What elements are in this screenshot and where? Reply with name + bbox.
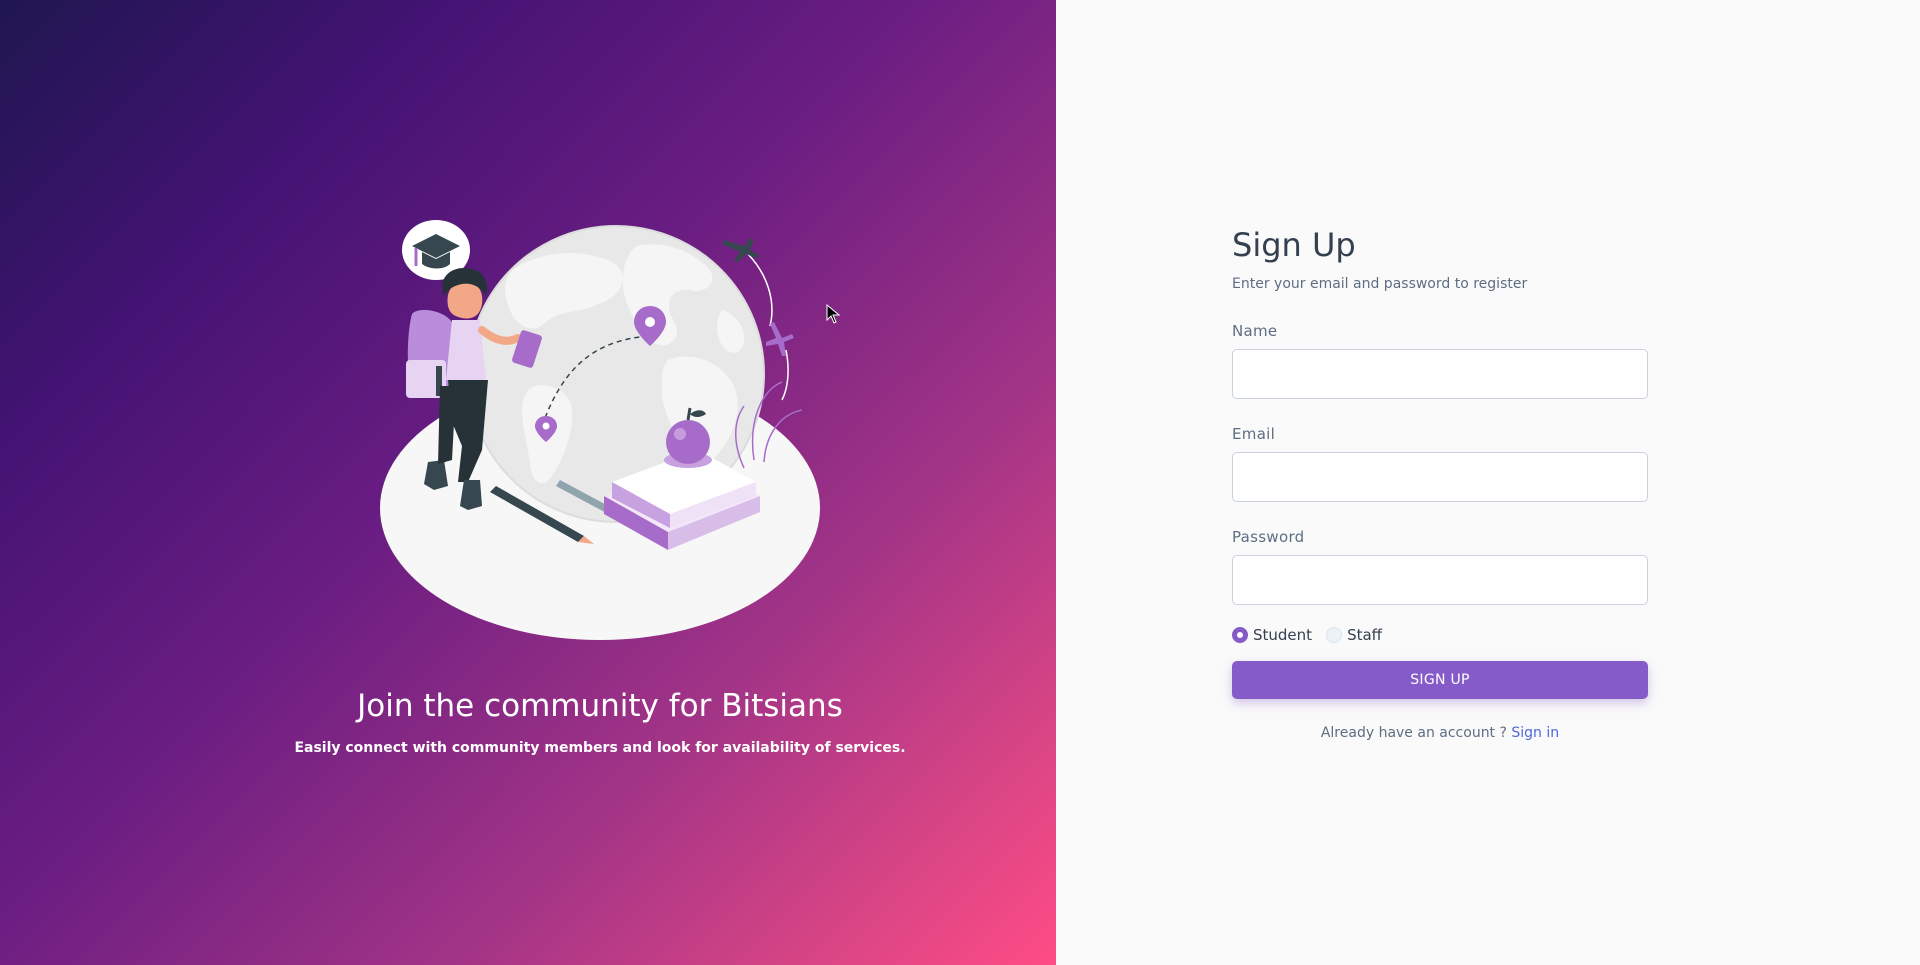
name-input[interactable] [1232, 349, 1648, 399]
hero-subtitle: Easily connect with community members an… [294, 740, 906, 756]
form-panel: Sign Up Enter your email and password to… [1056, 0, 1920, 965]
role-option-staff[interactable]: Staff [1326, 626, 1382, 644]
staff-radio-label[interactable]: Staff [1347, 626, 1382, 644]
mouse-cursor-icon [826, 304, 840, 324]
role-radio-group: Student Staff [1232, 625, 1648, 645]
form-title: Sign Up [1232, 226, 1356, 264]
signin-prompt-text: Already have an account ? [1320, 725, 1512, 741]
staff-radio[interactable] [1326, 627, 1343, 643]
signup-button[interactable]: SIGN UP [1232, 661, 1648, 699]
student-radio[interactable] [1232, 627, 1248, 643]
student-radio-label[interactable]: Student [1253, 626, 1312, 644]
airplane-icon [722, 238, 760, 262]
hero-title: Join the community for Bitsians [357, 688, 843, 724]
email-label: Email [1232, 425, 1276, 443]
role-option-student[interactable]: Student [1232, 626, 1312, 644]
name-label: Name [1232, 322, 1278, 340]
password-input[interactable] [1232, 555, 1648, 605]
student-globe-illustration [380, 220, 820, 640]
airplane-icon [766, 322, 794, 356]
signin-link[interactable]: Sign in [1511, 725, 1559, 741]
signin-prompt: Already have an account ? Sign in [1232, 725, 1648, 741]
hero-panel: Join the community for Bitsians Easily c… [0, 0, 1056, 965]
password-label: Password [1232, 528, 1305, 546]
form-subtitle: Enter your email and password to registe… [1232, 276, 1528, 292]
signup-form: Sign Up Enter your email and password to… [1232, 226, 1648, 741]
email-input[interactable] [1232, 452, 1648, 502]
